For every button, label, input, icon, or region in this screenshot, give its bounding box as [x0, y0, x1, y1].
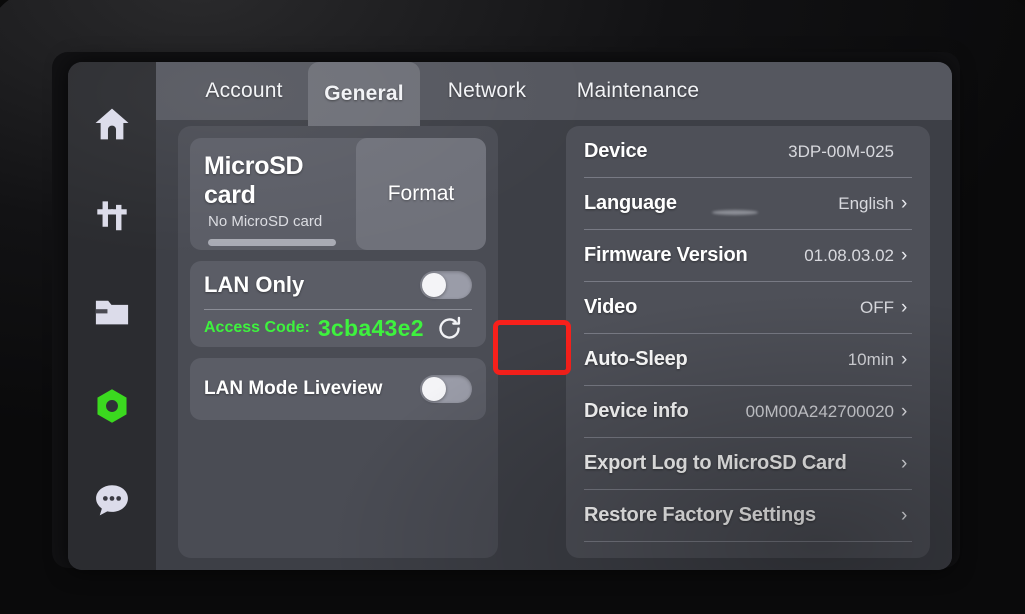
- setting-value-group: OFF ›: [860, 298, 912, 318]
- sidebar-item-settings[interactable]: [88, 382, 136, 430]
- lan-liveview-toggle-knob: [422, 377, 446, 401]
- setting-value-group: English ›: [838, 194, 912, 214]
- setting-value: 00M00A242700020: [745, 401, 894, 421]
- setting-row-device[interactable]: Device 3DP-00M-025 ›: [584, 126, 912, 178]
- setting-label: Auto-Sleep: [584, 348, 688, 370]
- setting-row-restore-factory[interactable]: Restore Factory Settings ›: [584, 490, 912, 542]
- setting-row-device-info[interactable]: Device info 00M00A242700020 ›: [584, 386, 912, 438]
- setting-label: Firmware Version: [584, 244, 748, 266]
- hex-nut-icon: [91, 385, 133, 427]
- lan-liveview-label: LAN Mode Liveview: [204, 378, 383, 399]
- setting-value-group: 10min ›: [848, 350, 912, 370]
- setting-row-firmware-version[interactable]: Firmware Version 01.08.03.02 ›: [584, 230, 912, 282]
- access-code-row: Access Code: 3cba43e2: [204, 310, 472, 346]
- chevron-right-icon: ›: [901, 453, 908, 474]
- setting-label: Export Log to MicroSD Card: [584, 452, 847, 474]
- setting-label: Language: [584, 192, 677, 214]
- sidebar-item-chat[interactable]: [88, 476, 136, 524]
- highlight-annotation: [493, 320, 571, 375]
- format-button[interactable]: Format: [356, 138, 486, 250]
- lan-only-toggle[interactable]: [420, 271, 472, 299]
- setting-label: Video: [584, 296, 638, 318]
- chat-bubble-icon: [91, 479, 133, 521]
- lan-only-toggle-knob: [422, 273, 446, 297]
- settings-list: Device 3DP-00M-025 › Language English › …: [566, 126, 930, 558]
- setting-value: 01.08.03.02: [804, 245, 894, 265]
- device-photo: Account General Network Maintenance Micr…: [0, 0, 1025, 614]
- chevron-right-icon: ›: [901, 297, 908, 318]
- sidebar-item-home[interactable]: [88, 100, 136, 148]
- microsd-title: MicroSD card: [204, 152, 304, 209]
- chevron-right-icon: ›: [901, 505, 908, 526]
- sidebar: [68, 62, 156, 570]
- lan-only-row: LAN Only: [204, 261, 472, 310]
- setting-label: Restore Factory Settings: [584, 504, 816, 526]
- lan-only-card: LAN Only Access Code: 3cba43e2: [190, 261, 486, 347]
- lan-liveview-card: LAN Mode Liveview: [190, 358, 486, 420]
- microsd-info: MicroSD card No MicroSD card: [190, 138, 356, 250]
- refresh-icon[interactable]: [436, 315, 463, 342]
- tab-content-general: MicroSD card No MicroSD card Format LAN …: [156, 120, 952, 570]
- tab-general[interactable]: General: [308, 62, 420, 126]
- sidebar-item-controls[interactable]: [88, 194, 136, 242]
- lan-liveview-toggle[interactable]: [420, 375, 472, 403]
- setting-value: OFF: [860, 297, 894, 317]
- microsd-capacity-bar: [208, 239, 336, 246]
- setting-value: 3DP-00M-025: [788, 141, 894, 161]
- access-code-label: Access Code:: [204, 319, 310, 336]
- setting-value-group: 00M00A242700020 ›: [746, 402, 912, 422]
- setting-label: Device: [584, 140, 648, 162]
- chevron-right-icon: ›: [901, 193, 908, 214]
- microsd-card: MicroSD card No MicroSD card Format: [190, 138, 486, 250]
- tab-maintenance[interactable]: Maintenance: [554, 62, 722, 120]
- chevron-right-icon: ›: [901, 401, 908, 422]
- setting-value-group: 3DP-00M-025 ›: [788, 142, 912, 162]
- sidebar-item-files[interactable]: [88, 288, 136, 336]
- access-code-value: 3cba43e2: [317, 314, 424, 341]
- setting-value-group: ›: [894, 454, 912, 473]
- microsd-status: No MicroSD card: [208, 213, 323, 230]
- setting-label: Device info: [584, 400, 689, 422]
- home-icon: [91, 103, 133, 145]
- setting-row-language[interactable]: Language English ›: [584, 178, 912, 230]
- sliders-icon: [91, 197, 133, 239]
- setting-row-export-log[interactable]: Export Log to MicroSD Card ›: [584, 438, 912, 490]
- setting-row-video[interactable]: Video OFF ›: [584, 282, 912, 334]
- folder-icon: [91, 291, 133, 333]
- chevron-right-icon: ›: [901, 349, 908, 370]
- tab-bar: Account General Network Maintenance: [156, 62, 952, 126]
- lan-only-label: LAN Only: [204, 272, 305, 297]
- left-panel: MicroSD card No MicroSD card Format LAN …: [178, 126, 571, 558]
- tab-account[interactable]: Account: [184, 62, 304, 120]
- chevron-right-icon: ›: [901, 245, 908, 266]
- setting-value: English: [838, 193, 894, 213]
- device-screen: Account General Network Maintenance Micr…: [68, 62, 952, 570]
- setting-row-auto-sleep[interactable]: Auto-Sleep 10min ›: [584, 334, 912, 386]
- setting-value-group: 01.08.03.02 ›: [804, 246, 912, 266]
- tab-network[interactable]: Network: [426, 62, 548, 120]
- setting-value-group: ›: [894, 506, 912, 525]
- setting-value: 10min: [847, 349, 894, 369]
